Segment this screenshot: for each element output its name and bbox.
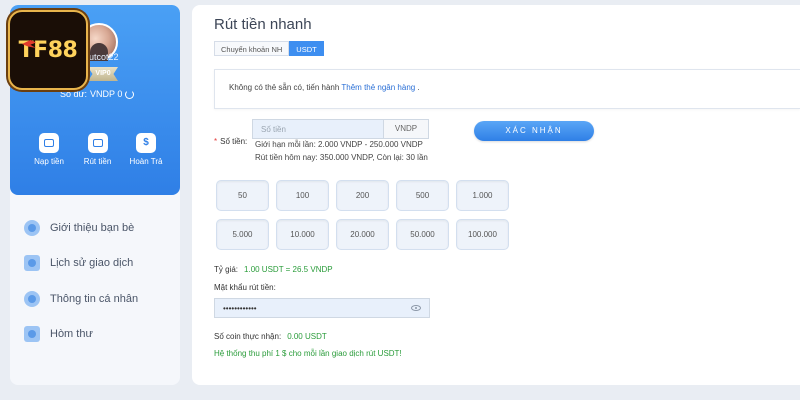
amount-input[interactable] bbox=[253, 120, 383, 138]
balance-value: VNDP 0 bbox=[90, 89, 123, 99]
coin-value: 0.00 USDT bbox=[287, 332, 327, 341]
withdraw-button[interactable]: Rút tiền bbox=[79, 133, 117, 167]
notice-suffix: . bbox=[417, 83, 420, 92]
vip-badge: VIP0 bbox=[88, 67, 118, 81]
quick-amount-button[interactable]: 100 bbox=[276, 180, 329, 211]
quick-amount-button[interactable]: 200 bbox=[336, 180, 389, 211]
quick-amount-button[interactable]: 1.000 bbox=[456, 180, 509, 211]
card-icon bbox=[87, 133, 108, 153]
quick-amount-button[interactable]: 50.000 bbox=[396, 219, 449, 250]
page-title: Rút tiền nhanh bbox=[214, 16, 312, 33]
quick-amount-button[interactable]: 500 bbox=[396, 180, 449, 211]
sidebar-item-label: Thông tin cá nhân bbox=[50, 292, 139, 305]
confirm-button[interactable]: XÁC NHẬN bbox=[474, 121, 594, 141]
dollar-icon: $ bbox=[136, 133, 156, 153]
withdraw-method-tabs: Chuyển khoản NH USDT bbox=[214, 41, 324, 56]
rebate-button[interactable]: $ Hoàn Trả bbox=[127, 133, 165, 167]
quick-amount-button[interactable]: 100.000 bbox=[456, 219, 509, 250]
rate-label: Tỷ giá: bbox=[214, 265, 239, 274]
amount-label: * Số tiền: bbox=[214, 137, 247, 146]
withdraw-panel: Rút tiền nhanh Chuyển khoản NH USDT Khôn… bbox=[192, 5, 800, 385]
sidebar-item-label: Lịch sử giao dịch bbox=[50, 257, 134, 270]
rebate-label: Hoàn Trả bbox=[129, 157, 163, 166]
tab-bank-transfer[interactable]: Chuyển khoản NH bbox=[214, 41, 290, 56]
history-icon bbox=[24, 255, 40, 272]
quick-amount-button[interactable]: 5.000 bbox=[216, 219, 269, 250]
withdraw-label: Rút tiền bbox=[83, 157, 112, 166]
deposit-label: Nạp tiền bbox=[34, 157, 64, 166]
sidebar-item-profile[interactable]: Thông tin cá nhân bbox=[10, 281, 180, 317]
quick-amount-grid: 50 100 200 500 1.000 5.000 10.000 20.000… bbox=[216, 180, 509, 250]
notice-text: Không có thẻ sẵn có, tiến hành bbox=[229, 83, 340, 92]
balance-label: Số dư: bbox=[60, 89, 88, 99]
tab-usdt[interactable]: USDT bbox=[289, 41, 324, 56]
sidebar-menu: Giới thiệu bạn bè Lịch sử giao dịch Thôn… bbox=[10, 210, 180, 352]
sidebar-item-label: Giới thiệu bạn bè bbox=[50, 221, 135, 234]
amount-label-text: Số tiền: bbox=[220, 137, 248, 146]
rate-value: 1.00 USDT = 26.5 VNDP bbox=[244, 265, 333, 274]
mail-icon bbox=[24, 326, 40, 343]
balance: Số dư: VNDP 0 bbox=[60, 89, 135, 99]
sidebar-item-mailbox[interactable]: Hòm thư bbox=[10, 317, 180, 353]
sidebar-item-label: Hòm thư bbox=[50, 328, 93, 341]
limit-today: Rút tiền hôm nay: 350.000 VNDP, Còn lại:… bbox=[255, 153, 428, 162]
eye-icon[interactable] bbox=[411, 305, 421, 311]
amount-unit: VNDP bbox=[383, 120, 428, 138]
friends-icon bbox=[24, 219, 40, 236]
password-input[interactable] bbox=[215, 299, 411, 317]
amount-field: VNDP bbox=[252, 119, 429, 139]
exchange-rate: Tỷ giá: 1.00 USDT = 26.5 VNDP bbox=[214, 265, 333, 274]
refresh-icon[interactable] bbox=[125, 89, 135, 99]
quick-actions: Nạp tiền Rút tiền $ Hoàn Trả bbox=[30, 133, 165, 167]
add-bank-card-link[interactable]: Thêm thẻ ngân hàng bbox=[341, 83, 415, 92]
wallet-icon bbox=[39, 133, 59, 153]
password-field bbox=[214, 298, 430, 318]
brand-logo: TF88 bbox=[8, 10, 88, 90]
no-card-notice: Không có thẻ sẵn có, tiến hành Thêm thẻ … bbox=[214, 69, 800, 109]
password-label: Mật khẩu rút tiền: bbox=[214, 283, 276, 292]
coin-received: Số coin thực nhận: 0.00 USDT bbox=[214, 332, 327, 341]
user-icon bbox=[24, 290, 40, 307]
quick-amount-button[interactable]: 50 bbox=[216, 180, 269, 211]
sidebar-item-referral[interactable]: Giới thiệu bạn bè bbox=[10, 210, 180, 246]
fee-note: Hệ thống thu phí 1 $ cho mỗi lần giao dị… bbox=[214, 349, 402, 358]
deposit-button[interactable]: Nạp tiền bbox=[30, 133, 68, 167]
limit-per-transaction: Giới hạn mỗi lần: 2.000 VNDP - 250.000 V… bbox=[255, 140, 423, 149]
sidebar-item-history[interactable]: Lịch sử giao dịch bbox=[10, 246, 180, 282]
quick-amount-button[interactable]: 10.000 bbox=[276, 219, 329, 250]
required-mark: * bbox=[214, 137, 218, 146]
quick-amount-button[interactable]: 20.000 bbox=[336, 219, 389, 250]
logo-text: TF88 bbox=[18, 37, 78, 63]
coin-label: Số coin thực nhận: bbox=[214, 332, 282, 341]
